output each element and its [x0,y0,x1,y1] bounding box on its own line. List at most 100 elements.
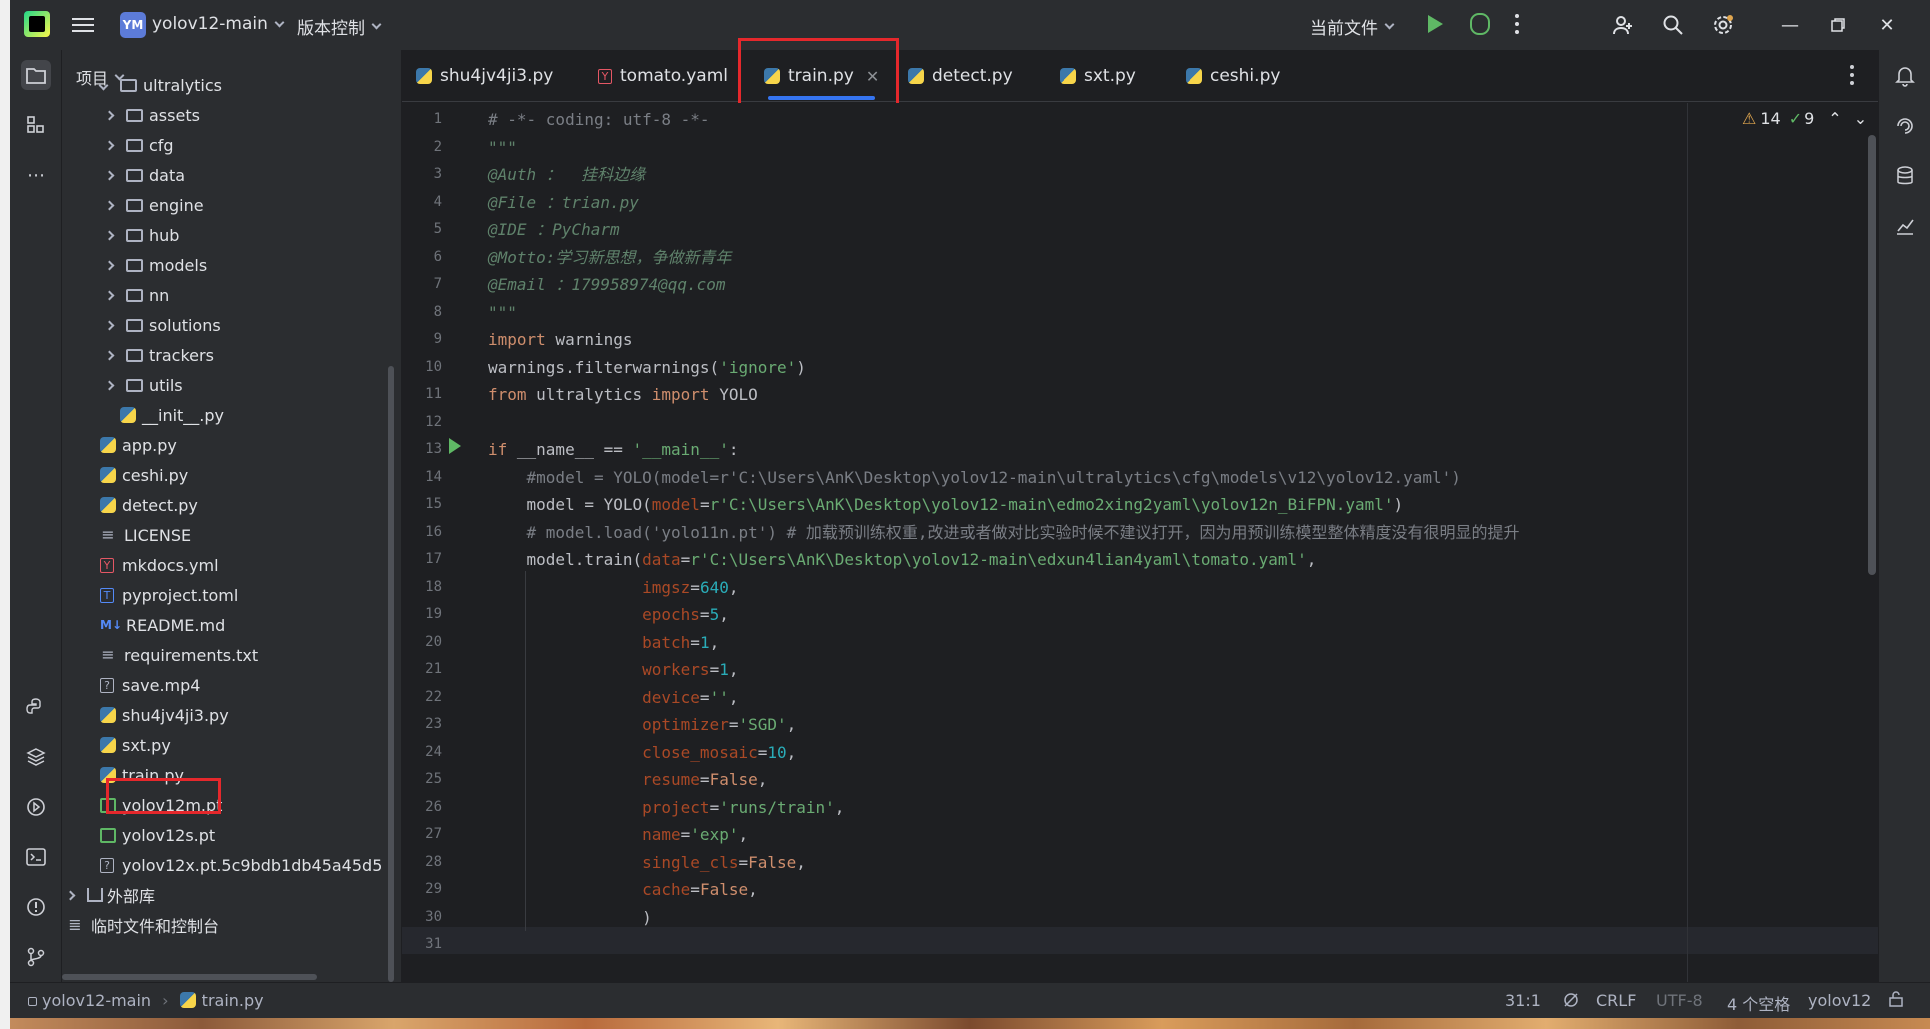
tree-item[interactable]: yolov12s.pt [100,820,215,850]
restore-icon[interactable] [1823,12,1853,38]
tree-item[interactable]: __init__.py [120,400,224,430]
tab-tomato-yaml[interactable]: Ytomato.yaml [598,50,728,102]
chevron-right-icon[interactable] [65,890,76,900]
code-line[interactable]: """ [488,302,517,324]
tree-item[interactable]: trackers [104,340,214,370]
code-line[interactable]: @IDE ：PyCharm [488,219,620,241]
editor-scrollbar[interactable] [1868,135,1876,575]
run-config-selector[interactable]: 当前文件 [1310,14,1395,39]
project-switcher[interactable]: yolov12-main [152,14,285,34]
git-icon[interactable] [21,942,51,972]
tree-item[interactable]: assets [104,100,200,130]
tree-item[interactable]: hub [104,220,179,250]
code-line[interactable]: #model = YOLO(model=r'C:\Users\AnK\Deskt… [488,467,1461,489]
chevron-right-icon[interactable] [104,170,115,180]
tree-item[interactable]: ? yolov12x.pt.5c9bdb1db45a45d5 [100,850,382,880]
indent-setting[interactable]: 4 个空格 [1727,991,1790,1015]
inspection-widget[interactable]: ⚠ 14 ✓ 9 ⌃ ⌄ [1742,109,1867,128]
code-line[interactable]: """ [488,137,517,159]
chevron-right-icon[interactable] [104,200,115,210]
sciview-chart-icon[interactable] [1891,212,1919,240]
python-interpreter[interactable]: yolov12 [1808,991,1871,1010]
code-line[interactable]: cache=False, [488,879,758,901]
more-tools-icon[interactable]: ⋯ [21,160,51,190]
tree-item[interactable]: 外部库 [65,880,155,910]
code-line[interactable]: imgsz=640, [488,577,738,599]
code-line[interactable]: warnings.filterwarnings('ignore') [488,357,806,379]
code-line[interactable]: @Auth ： 挂科边缘 [488,164,645,186]
tree-item[interactable]: data [104,160,185,190]
structure-icon[interactable] [21,110,51,140]
file-encoding[interactable]: UTF-8 [1656,991,1703,1010]
tree-item[interactable]: app.py [100,430,177,460]
main-menu-icon[interactable] [72,14,94,34]
tree-item[interactable]: ? save.mp4 [100,670,200,700]
vcs-menu[interactable]: 版本控制 [297,14,382,39]
breadcrumb-project[interactable]: yolov12-main [42,991,151,1010]
code-line[interactable]: optimizer='SGD', [488,714,796,736]
project-badge[interactable]: YM [120,12,146,38]
tree-horizontal-scrollbar[interactable] [62,974,317,980]
code-line[interactable]: epochs=5, [488,604,729,626]
services-icon[interactable] [21,792,51,822]
add-user-icon[interactable] [1610,12,1636,38]
notifications-icon[interactable] [1891,62,1919,90]
code-line[interactable]: name='exp', [488,824,748,846]
tree-item[interactable]: Tpyproject.toml [100,580,238,610]
tree-item[interactable]: shu4jv4ji3.py [100,700,229,730]
code-line[interactable]: resume=False, [488,769,767,791]
code-line[interactable]: project='runs/train', [488,797,844,819]
tab-shu4jv4ji3-py[interactable]: shu4jv4ji3.py [416,50,553,102]
search-icon[interactable] [1660,12,1686,38]
code-line[interactable]: import warnings [488,329,633,351]
chevron-right-icon[interactable] [104,230,115,240]
chevron-right-icon[interactable] [104,380,115,390]
tree-item[interactable]: models [104,250,207,280]
ai-assistant-icon[interactable] [1891,112,1919,140]
tree-item[interactable]: engine [104,190,204,220]
breadcrumb-file[interactable]: train.py [202,991,264,1010]
code-line[interactable]: @File ：trian.py [488,192,639,214]
chevron-right-icon[interactable] [104,140,115,150]
tree-item[interactable]: ≡ LICENSE [100,520,191,550]
readonly-toggle-icon[interactable] [1562,991,1580,1013]
line-number-gutter[interactable]: 1 2 3 4 5 6 7 8 9 10 11 12 13 14 15 16 17 18 19 20 21 22 23 24 2… [402,103,484,982]
code-line[interactable]: device='', [488,687,738,709]
minimize-icon[interactable]: — [1775,12,1805,38]
code-line[interactable]: if __name__ == '__main__': [488,439,738,461]
chevron-right-icon[interactable] [104,350,115,360]
tab-ceshi-py[interactable]: ceshi.py [1186,50,1280,102]
lock-icon[interactable] [1888,991,1904,1011]
run-main-gutter-icon[interactable] [449,438,461,454]
code-line[interactable]: close_mosaic=10, [488,742,796,764]
layers-icon[interactable] [21,742,51,772]
code-line[interactable]: single_cls=False, [488,852,806,874]
chevron-down-icon[interactable] [98,80,109,90]
code-line[interactable]: @Email ：179958974@qq.com [488,274,726,296]
tab-detect-py[interactable]: detect.py [908,50,1013,102]
line-separator[interactable]: CRLF [1596,991,1636,1010]
tree-item[interactable]: M↓ README.md [100,610,225,640]
tree-item[interactable]: solutions [104,310,221,340]
tree-item[interactable]: utils [104,370,183,400]
debug-icon[interactable] [1470,13,1490,35]
python-packages-icon[interactable] [21,692,51,722]
chevron-right-icon[interactable] [104,260,115,270]
more-actions-icon[interactable] [1515,14,1519,36]
code-editor[interactable]: 1 2 3 4 5 6 7 8 9 10 11 12 13 14 15 16 17 18 19 20 21 22 23 24 2… [402,103,1878,982]
chevron-right-icon[interactable] [104,110,115,120]
tree-vertical-scrollbar[interactable] [388,366,394,982]
code-line[interactable]: # model.load('yolo11n.pt') # 加载预训练权重,改进或… [488,522,1520,544]
code-line[interactable]: from ultralytics import YOLO [488,384,758,406]
code-line[interactable]: model = YOLO(model=r'C:\Users\AnK\Deskto… [488,494,1404,516]
tree-item[interactable]: nn [104,280,169,310]
caret-position[interactable]: 31:1 [1505,991,1541,1010]
tree-item[interactable]: ceshi.py [100,460,188,490]
tab-sxt-py[interactable]: sxt.py [1060,50,1136,102]
code-line[interactable]: # -*- coding: utf-8 -*- [488,109,710,131]
database-icon[interactable] [1891,162,1919,190]
next-highlight-icon[interactable]: ⌄ [1854,109,1867,128]
previous-highlight-icon[interactable]: ⌃ [1828,109,1841,128]
run-icon[interactable] [1428,15,1443,33]
chevron-right-icon[interactable] [104,320,115,330]
